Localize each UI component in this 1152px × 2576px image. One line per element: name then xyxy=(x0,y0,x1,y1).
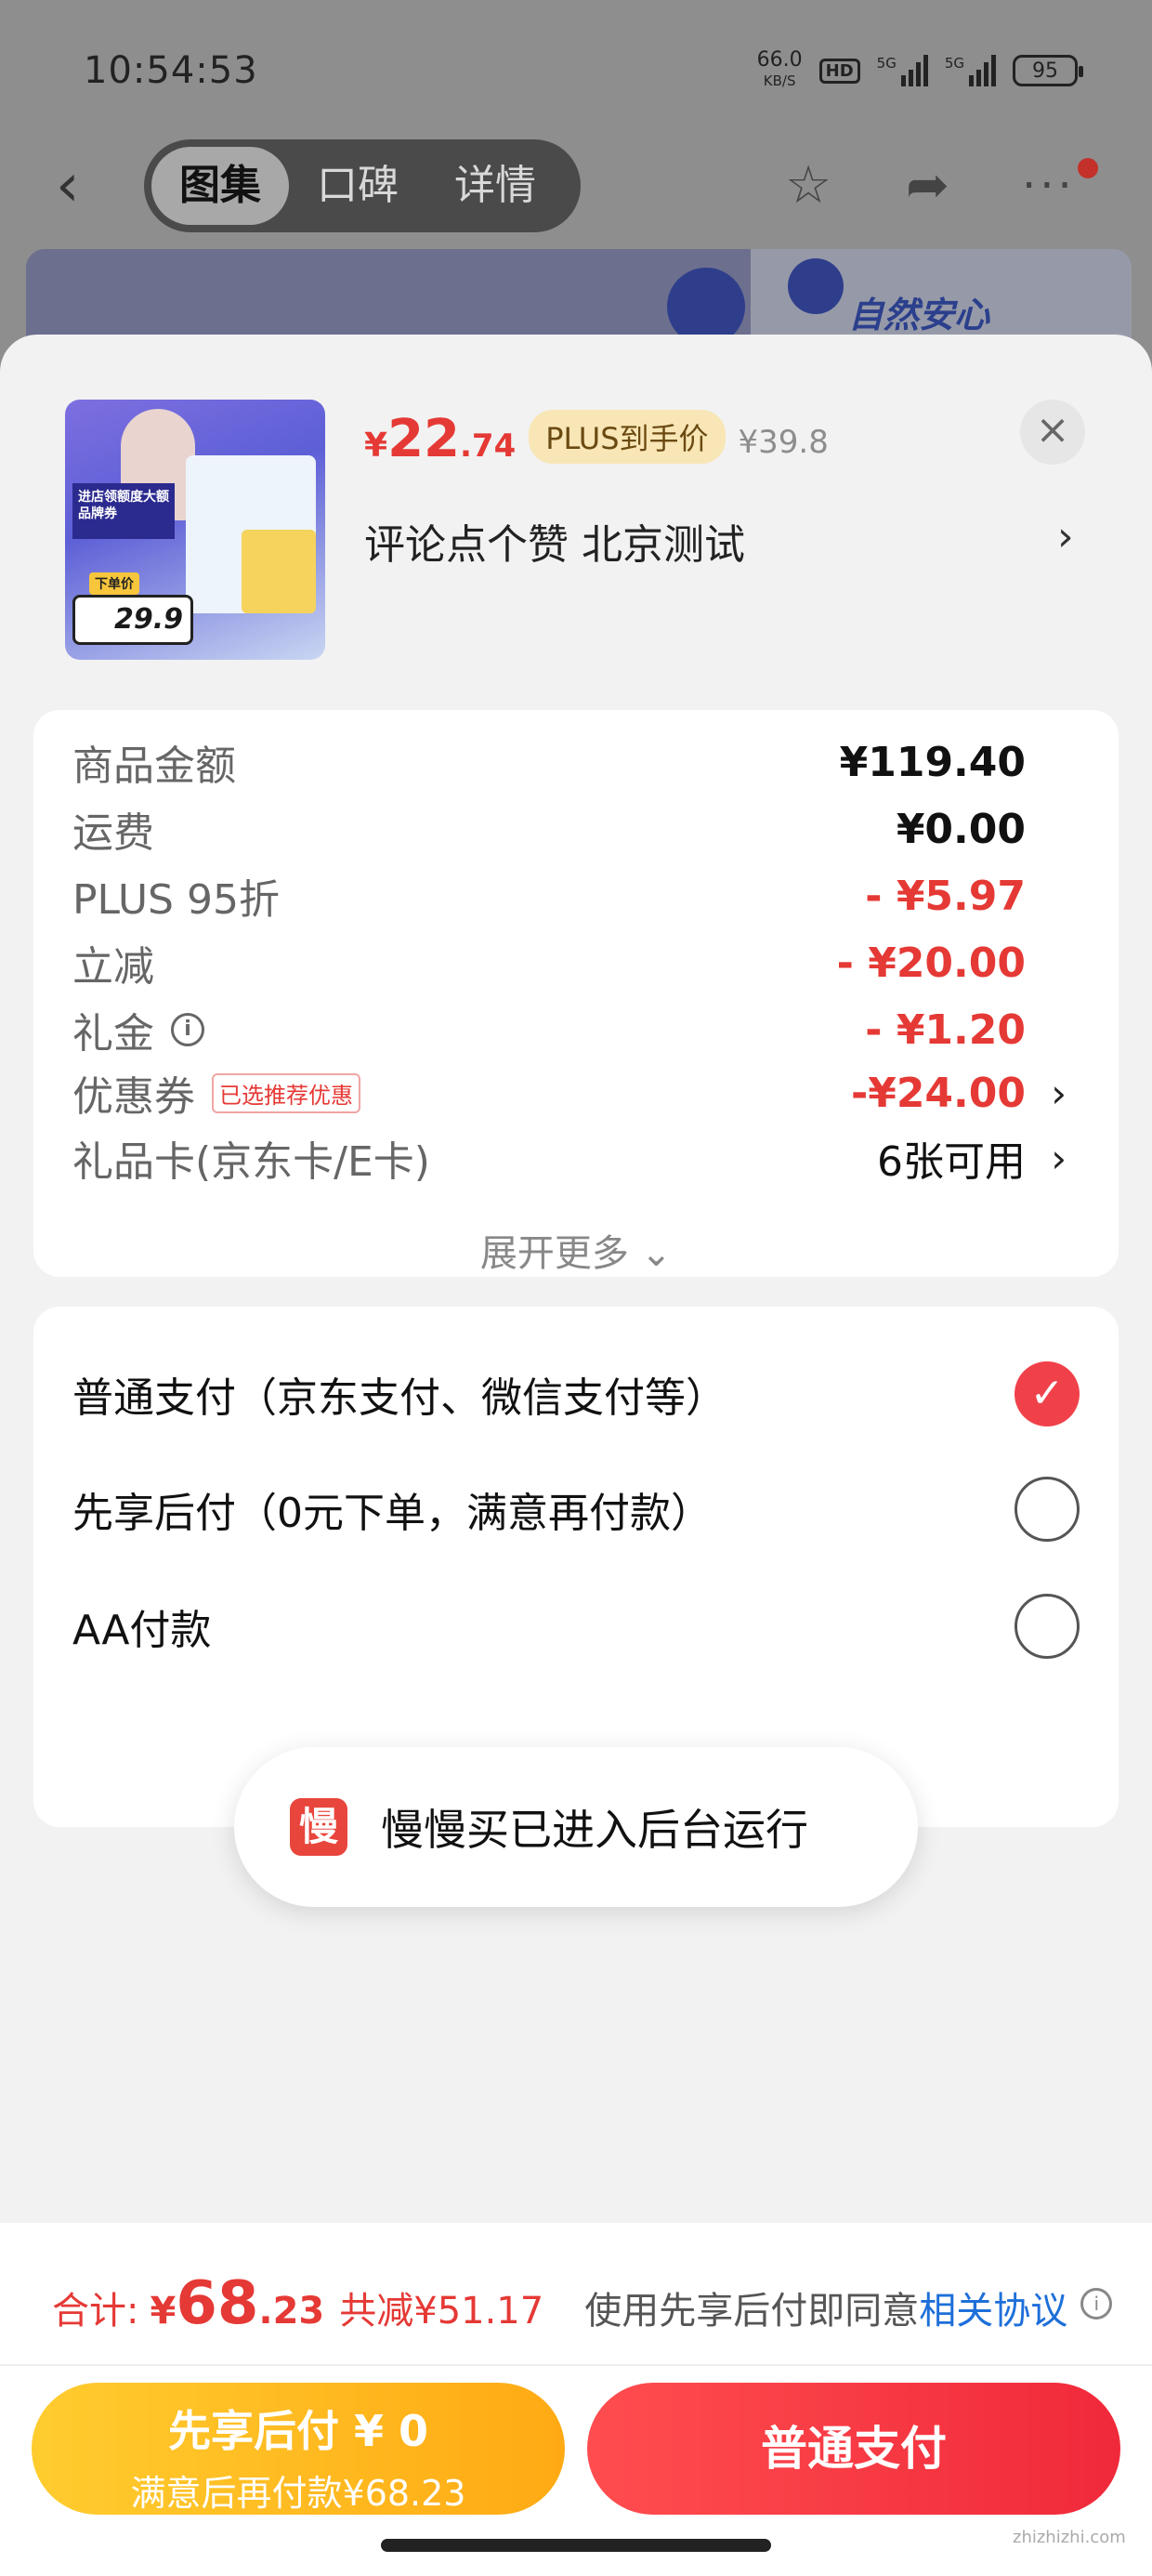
summary-row-gift-money: 礼金 i - ¥1.20 xyxy=(72,1005,1026,1058)
divider xyxy=(0,2364,1152,2366)
price-summary-card: 商品金额 ¥119.40 运费 ¥0.00 PLUS 95折 - ¥5.97 立… xyxy=(33,710,1119,1277)
pay-later-button[interactable]: 先享后付 ¥ 0 满意后再付款¥68.23 xyxy=(32,2383,565,2515)
payment-option-aa[interactable]: AA付款 xyxy=(72,1589,1080,1663)
total-saved: 共减¥51.17 xyxy=(339,2290,544,2333)
summary-row-shipping: 运费 ¥0.00 xyxy=(72,805,1026,858)
recommended-tag: 已选推荐优惠 xyxy=(212,1072,360,1113)
hd-icon: HD xyxy=(818,58,860,84)
product-header: 进店领额度大额品牌券 下单价 29.9 ¥22.74 PLUS到手价 ¥39.8… xyxy=(0,335,1152,688)
tab-reviews[interactable]: 口碑 xyxy=(289,147,426,225)
nav-tabs: 图集 口碑 详情 xyxy=(144,139,581,232)
check-icon[interactable]: ✓ xyxy=(1015,1361,1080,1426)
app-icon: 慢 xyxy=(290,1798,347,1856)
price-row: ¥22.74 PLUS到手价 ¥39.8 xyxy=(364,409,829,471)
tab-details[interactable]: 详情 xyxy=(426,147,564,225)
background-page: 10:54:53 66.0 KB/S HD 5G 5G 95 ‹ 图集 口碑 详… xyxy=(0,0,1152,372)
radio-button[interactable] xyxy=(1015,1594,1080,1659)
home-indicator[interactable] xyxy=(381,2539,771,2552)
star-icon[interactable]: ☆ xyxy=(785,158,831,214)
summary-row-instant-discount: 立减 - ¥20.00 xyxy=(72,939,1026,992)
status-indicators: 66.0 KB/S HD 5G 5G 95 xyxy=(756,48,1083,91)
total-row: 合计: ¥ 68 .23 共减¥51.17 使用先享后付即同意 相关协议 i xyxy=(52,2269,1113,2338)
notification-dot xyxy=(1078,158,1098,178)
share-icon[interactable]: ➦ xyxy=(906,158,949,214)
more-icon[interactable]: ··· xyxy=(1022,158,1076,214)
agreement-link[interactable]: 相关协议 xyxy=(919,2280,1067,2334)
banner-slogan: 自然安心 xyxy=(848,295,990,335)
status-time: 10:54:53 xyxy=(84,49,258,92)
bottom-bar: 合计: ¥ 68 .23 共减¥51.17 使用先享后付即同意 相关协议 i 先… xyxy=(0,2223,1152,2576)
close-button[interactable]: × xyxy=(1020,400,1085,465)
thumb-promo: 进店领额度大额品牌券 xyxy=(72,483,175,539)
nav-bar: ‹ 图集 口碑 详情 ☆ ➦ ··· xyxy=(0,139,1152,232)
chevron-right-icon[interactable]: › xyxy=(1057,513,1074,560)
expand-more-button[interactable]: 展开更多 ⌄ xyxy=(33,1223,1119,1277)
summary-row-goods: 商品金额 ¥119.40 xyxy=(72,738,1026,791)
chevron-left-icon[interactable]: ‹ xyxy=(56,156,80,216)
watermark: zhizhizhi.com xyxy=(1013,2528,1126,2547)
toast-notification: 慢 慢慢买已进入后台运行 xyxy=(234,1747,918,1907)
original-price: ¥39.8 xyxy=(738,424,829,461)
thumb-price: 29.9 xyxy=(72,595,193,645)
normal-pay-button[interactable]: 普通支付 xyxy=(587,2383,1120,2515)
product-image: 进店领额度大额品牌券 下单价 29.9 xyxy=(65,400,325,660)
info-icon[interactable]: i xyxy=(171,1013,204,1046)
network-speed: 66.0 KB/S xyxy=(756,48,803,90)
plus-price-tag: PLUS到手价 xyxy=(529,410,726,464)
product-title[interactable]: 评论点个赞 北京测试 xyxy=(364,511,745,571)
summary-row-gift-card[interactable]: 礼品卡(京东卡/E卡) 6张可用 › xyxy=(72,1130,1067,1187)
payment-option-normal[interactable]: 普通支付（京东支付、微信支付等） ✓ xyxy=(72,1357,1080,1431)
summary-row-plus-discount: PLUS 95折 - ¥5.97 xyxy=(72,872,1026,925)
total-label: 合计: xyxy=(52,2290,139,2333)
payment-option-pay-later[interactable]: 先享后付（0元下单，满意再付款） xyxy=(72,1472,1080,1546)
summary-row-coupon[interactable]: 优惠券 已选推荐优惠 -¥24.00 › xyxy=(72,1065,1067,1122)
plus-price: ¥22.74 xyxy=(364,409,517,469)
status-bar: 10:54:53 66.0 KB/S HD 5G 5G 95 xyxy=(84,45,1083,97)
signal-icon: 5G xyxy=(877,55,928,86)
info-icon[interactable]: i xyxy=(1080,2288,1113,2320)
total-amount: 68 xyxy=(176,2269,259,2338)
chevron-right-icon[interactable]: › xyxy=(1051,1071,1067,1116)
thumb-price-tag: 下单价 xyxy=(89,572,139,595)
radio-button[interactable] xyxy=(1015,1477,1080,1542)
tab-gallery[interactable]: 图集 xyxy=(151,147,289,225)
signal-icon: 5G xyxy=(945,55,996,86)
chevron-right-icon[interactable]: › xyxy=(1051,1136,1067,1181)
battery-icon: 95 xyxy=(1013,55,1083,86)
toast-text: 慢慢买已进入后台运行 xyxy=(381,1805,808,1855)
agreement-text: 使用先享后付即同意 xyxy=(584,2290,920,2333)
brand-logo xyxy=(788,258,844,314)
